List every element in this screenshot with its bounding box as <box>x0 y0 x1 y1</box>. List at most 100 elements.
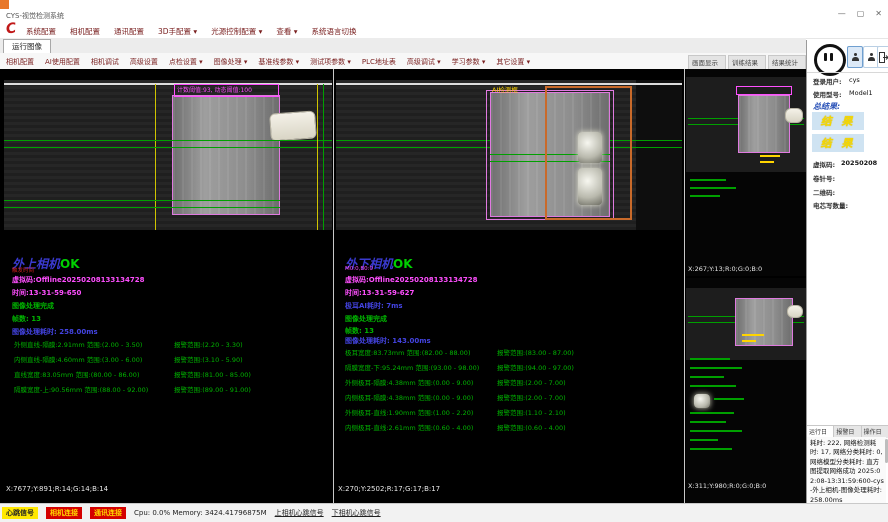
alarm-range: 报警范围:(0.60 - 4.00) <box>497 422 566 432</box>
tool-spot-check[interactable]: 点检设置 ▾ <box>169 57 203 67</box>
alarm-range: 报警范围:(3.10 - 5.90) <box>174 354 243 364</box>
thumbnail-view-2[interactable]: X:311;Y:980;R:0;G:0;B:0 <box>686 278 806 503</box>
overlay-text-mark <box>690 430 742 432</box>
ai-detect-label: AI检测框 <box>492 84 518 94</box>
result-ok-badge: OK <box>60 257 80 271</box>
virtual-code-line: 虚拟码:Offline20250208133134728 <box>12 275 145 285</box>
logout-button[interactable] <box>877 46 888 68</box>
measurement-row: 内侧极耳-直线:2.61mm 范围:(0.60 - 4.00) 报警范围:(0.… <box>345 422 473 432</box>
pixel-coordinates: X:311;Y:980;R:0;G:0;B:0 <box>688 482 766 490</box>
tool-advanced-settings[interactable]: 高级设置 <box>130 57 158 67</box>
tool-baseline-params[interactable]: 基准线参数 ▾ <box>258 57 299 67</box>
done-line: 图像处理完成 <box>12 301 54 311</box>
cell-write-count-label: 电芯写数量: <box>813 200 848 210</box>
tab-highlight <box>578 168 602 205</box>
upper-camera-heartbeat-link[interactable]: 上相机心跳信号 <box>275 508 324 518</box>
exit-door-icon <box>879 52 888 63</box>
toolbar: 相机配置 AI使用配置 相机调试 高级设置 点检设置 ▾ 图像处理 ▾ 基准线参… <box>0 53 806 70</box>
overlay-text-mark <box>760 161 774 163</box>
tool-other-settings[interactable]: 其它设置 ▾ <box>496 57 530 67</box>
title-bar: CYS-视觉检测系统 — ▢ ✕ <box>0 0 888 22</box>
user-icon <box>851 53 859 61</box>
virtual-code-label: 虚拟码: <box>813 159 835 169</box>
tool-plc-address[interactable]: PLC地址表 <box>362 57 396 67</box>
measurement-row: 内侧极耳-隔膜:4.38mm 范围:(0.00 - 9.00) 报警范围:(2.… <box>345 392 473 402</box>
tab-strip: 运行图像 <box>0 38 806 54</box>
app-window: CYS-视觉检测系统 — ▢ ✕ C 系统配置 相机配置 通讯配置 3D手配置 … <box>0 0 888 522</box>
tool-image-processing[interactable]: 图像处理 ▾ <box>214 57 248 67</box>
qr-code-label: 二维码: <box>813 187 835 197</box>
threshold-overlay-label <box>736 86 792 95</box>
minimize-icon[interactable]: — <box>838 9 846 18</box>
green-guide-line <box>323 84 324 230</box>
measurement-row: 外侧直线-隔膜:2.91mm 范围:(2.00 - 3.50) 报警范围:(2.… <box>14 339 142 349</box>
menu-system-config[interactable]: 系统配置 <box>26 26 56 37</box>
overlay-text-mark <box>690 448 732 450</box>
measurement-row: 隔膜宽度-上:90.56mm 范围:(88.00 - 92.00) 报警范围:(… <box>14 384 148 394</box>
lower-camera-view[interactable]: AI检测框 外下相机OK M0:0,B0:0 虚拟码:Offline202502… <box>336 69 682 503</box>
model-value: Model1 <box>849 89 873 97</box>
metal-block <box>738 95 790 153</box>
tool-learning-params[interactable]: 学习参数 ▾ <box>452 57 486 67</box>
user-icon <box>867 53 875 61</box>
lower-camera-heartbeat-link[interactable]: 下相机心跳信号 <box>332 508 381 518</box>
login-user-label: 登录用户: <box>813 76 842 86</box>
frames-line: 帧数: 13 <box>345 326 374 336</box>
menu-language-switch[interactable]: 系统语言切换 <box>312 26 357 37</box>
alarm-range: 报警范围:(94.00 - 97.00) <box>497 362 574 372</box>
cpu-memory-status: Cpu: 0.0% Memory: 3424.41796875M <box>134 509 267 517</box>
thumbnail-view-1[interactable]: X:267;Y:13;R:0;G:0;B:0 <box>686 69 806 276</box>
pause-icon <box>830 53 833 61</box>
tab-highlight <box>578 132 602 163</box>
menu-camera-config[interactable]: 相机配置 <box>70 26 100 37</box>
model-label: 使用型号: <box>813 89 842 99</box>
alarm-range: 报警范围:(81.00 - 85.00) <box>174 369 251 379</box>
pixel-coordinates: X:7677;Y:891;R:14;G:14;B:14 <box>6 485 108 493</box>
tool-camera-config[interactable]: 相机配置 <box>6 57 34 67</box>
result-box-upper: 结 果 <box>812 112 864 130</box>
white-roll <box>787 305 803 318</box>
dark-region <box>636 80 682 230</box>
upper-camera-view[interactable]: 计数阈值:93, 动态阈值:100 外上相机OK 触发时间 虚拟码:Offlin… <box>4 69 332 503</box>
heartbeat-status-badge: 心跳信号 <box>2 507 38 519</box>
maximize-icon[interactable]: ▢ <box>857 9 865 18</box>
overlay-text-mark <box>690 385 736 387</box>
yellow-guide-line <box>317 84 318 230</box>
overlay-text-mark <box>742 334 764 336</box>
metal-block <box>172 95 280 215</box>
alarm-range: 报警范围:(1.10 - 2.10) <box>497 407 566 417</box>
menu-comm-config[interactable]: 通讯配置 <box>114 26 144 37</box>
right-sidebar: 登录用户: cys 使用型号: Model1 总结果: 结 果 结 果 虚拟码:… <box>806 40 888 503</box>
result-ok-badge: OK <box>393 257 413 271</box>
overlay-text-mark <box>690 412 734 414</box>
overlay-text-mark <box>742 340 756 342</box>
pixel-coordinates: X:267;Y:13;R:0;G:0;B:0 <box>688 265 762 273</box>
alarm-range: 报警范围:(83.00 - 87.00) <box>497 347 574 357</box>
tab-run-image[interactable]: 运行图像 <box>3 39 51 53</box>
tool-camera-debug[interactable]: 相机调试 <box>91 57 119 67</box>
measurement-row: 外侧极耳-直线:1.90mm 范围:(1.00 - 2.20) 报警范围:(1.… <box>345 407 473 417</box>
panel-divider <box>333 69 334 503</box>
menu-light-control[interactable]: 光源控制配置 ▾ <box>211 26 262 37</box>
tool-advanced-debug[interactable]: 高级调试 ▾ <box>407 57 441 67</box>
done-line: 图像处理完成 <box>345 314 387 324</box>
ai-time-line: 极耳AI耗时: 7ms <box>345 301 403 311</box>
alarm-range: 报警范围:(2.00 - 7.00) <box>497 377 566 387</box>
tool-ai-use-config[interactable]: AI使用配置 <box>45 57 80 67</box>
threshold-overlay-label: 计数阈值:93, 动态阈值:100 <box>174 84 279 97</box>
green-reference-line <box>4 207 280 208</box>
app-logo-icon: C <box>5 20 17 37</box>
tool-test-params[interactable]: 测试项参数 ▾ <box>310 57 351 67</box>
overlay-text-mark <box>690 179 726 181</box>
elapsed-line: 图像处理耗时: 143.00ms <box>345 336 431 346</box>
needle-number-label: 卷针号: <box>813 173 835 183</box>
virtual-code-line: 虚拟码:Offline20250208133134728 <box>345 275 478 285</box>
operator-user-button[interactable] <box>847 46 863 68</box>
close-icon[interactable]: ✕ <box>875 9 882 18</box>
elapsed-line: 图像处理耗时: 258.00ms <box>12 327 98 337</box>
frames-line: 帧数: 13 <box>12 314 41 324</box>
menu-3d-hand-config[interactable]: 3D手配置 ▾ <box>158 26 197 37</box>
total-result-label: 总结果: <box>813 101 840 112</box>
green-reference-line <box>4 147 332 148</box>
menu-view[interactable]: 查看 ▾ <box>276 26 297 37</box>
